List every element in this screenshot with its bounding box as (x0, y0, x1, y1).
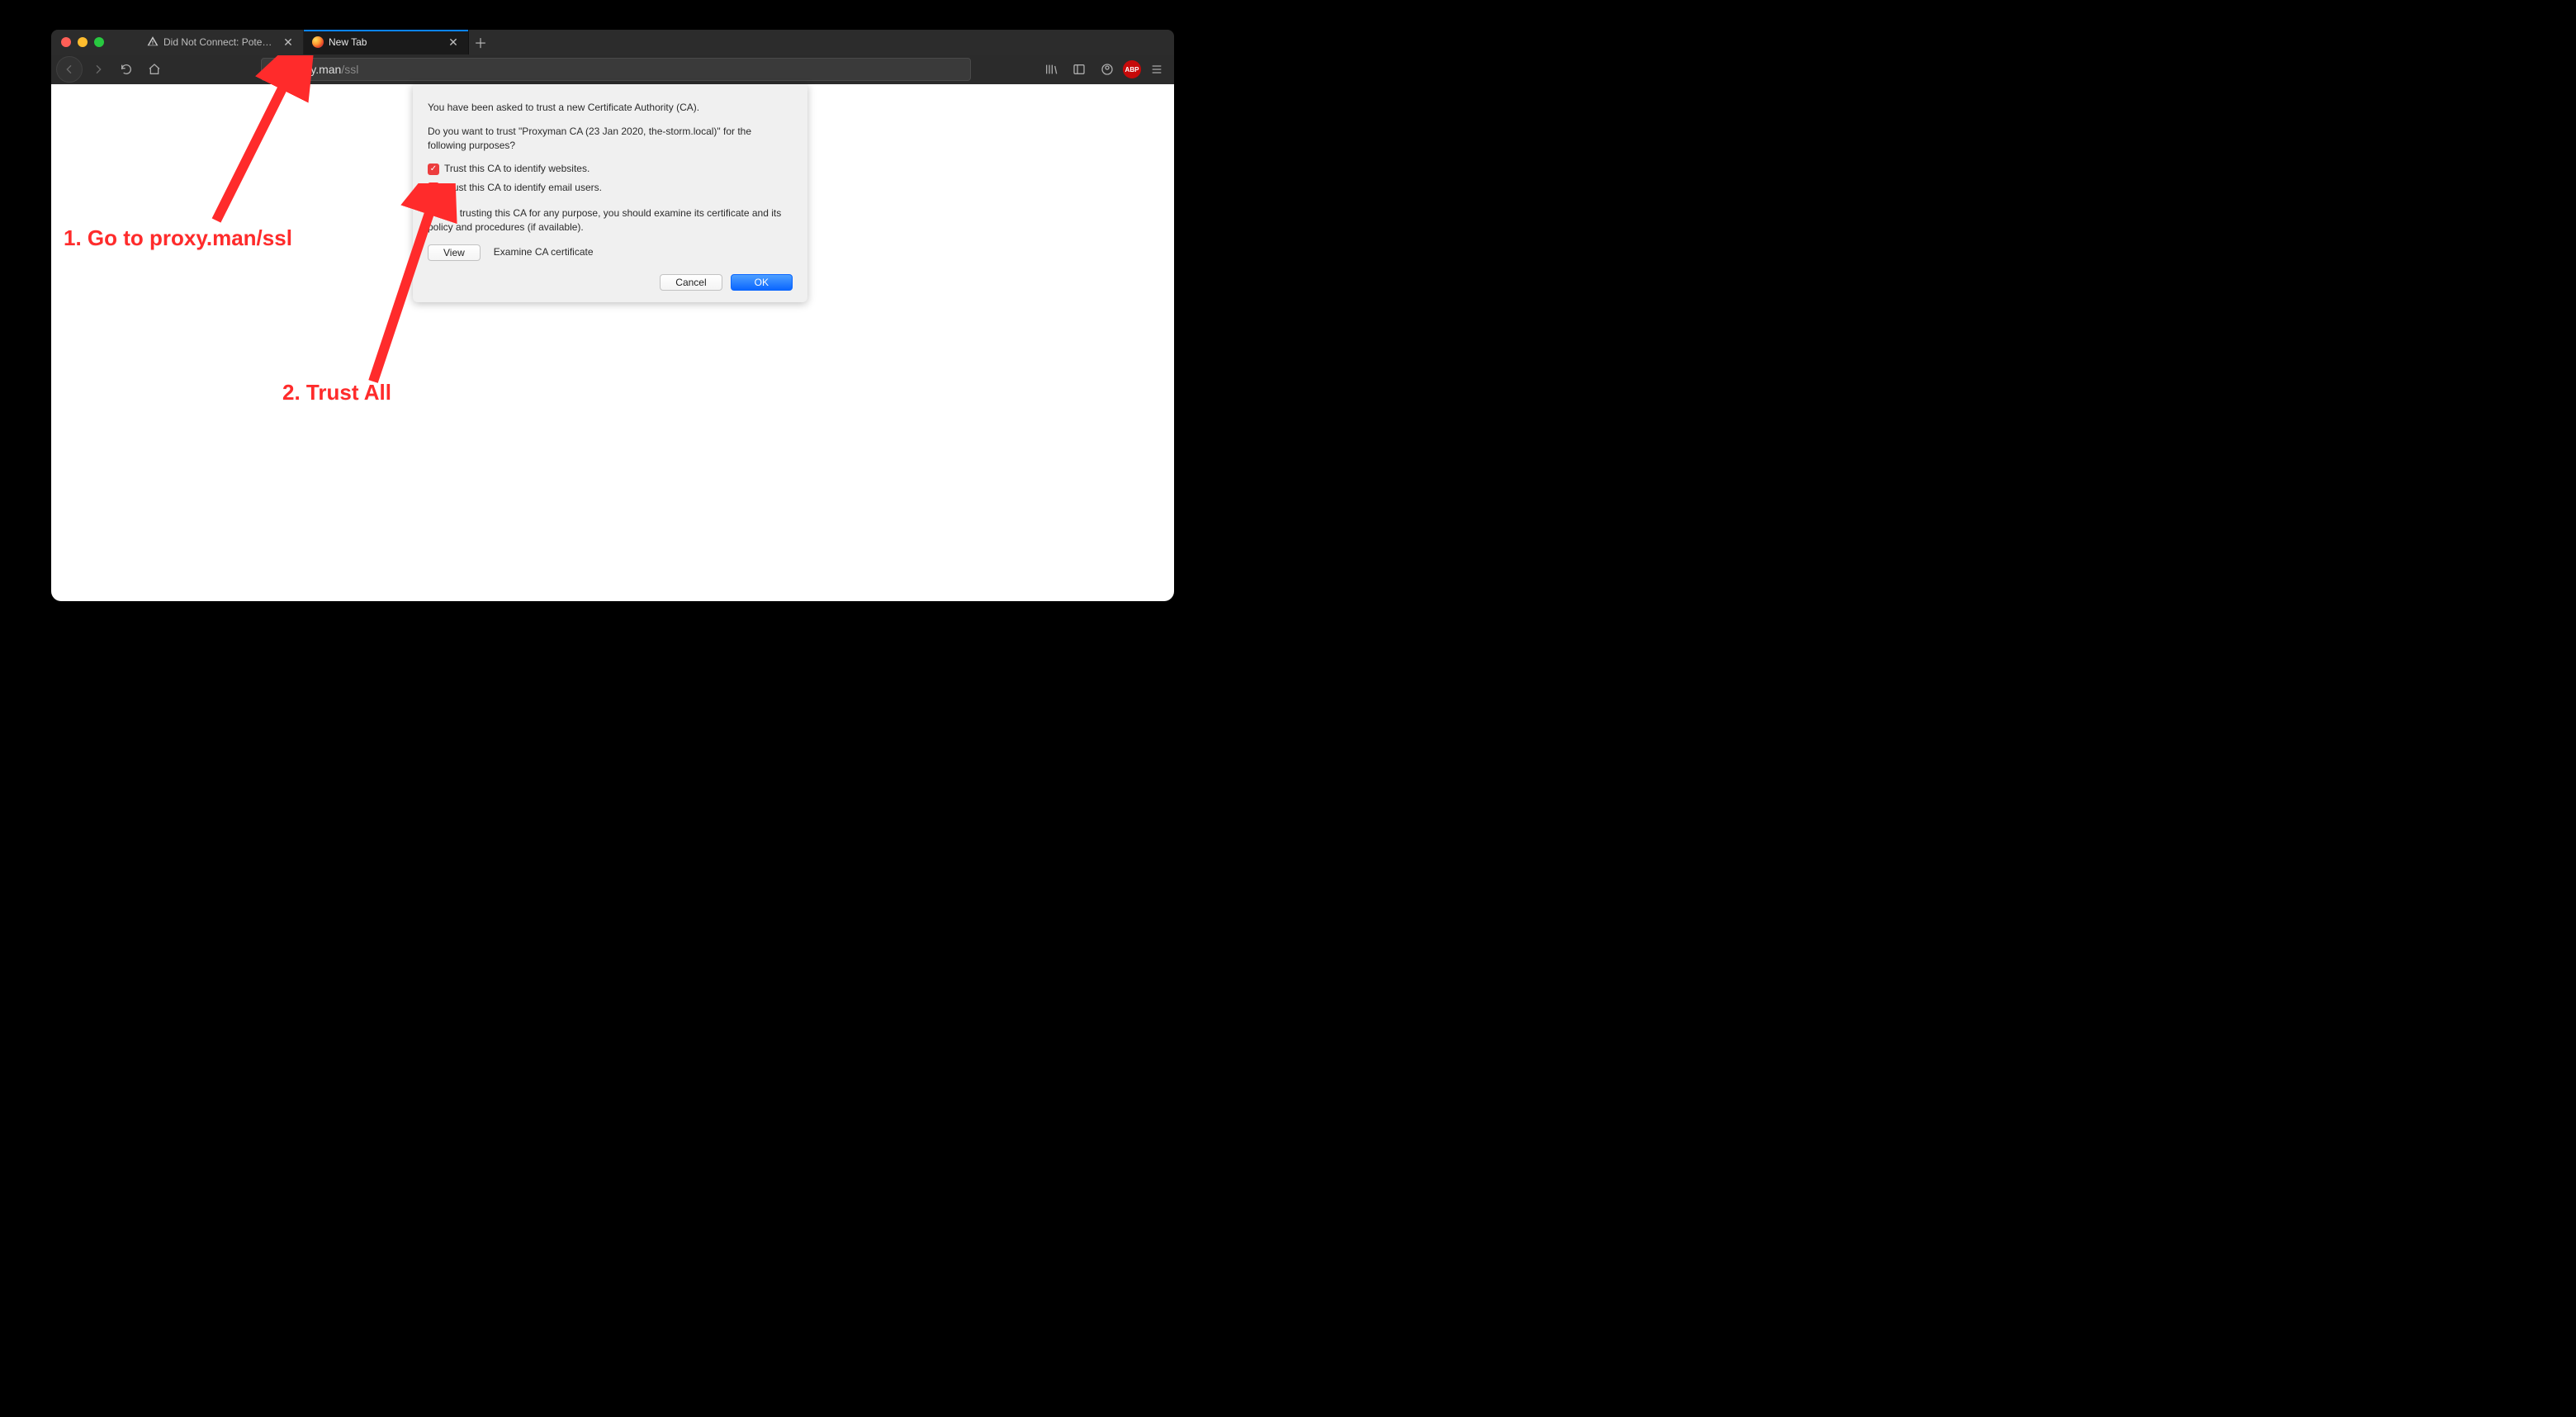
dialog-buttons: Cancel OK (428, 274, 793, 291)
tab-did-not-connect[interactable]: Did Not Connect: Potential Sec ✕ (139, 30, 304, 54)
trust-ca-dialog: You have been asked to trust a new Certi… (413, 84, 807, 302)
cancel-button[interactable]: Cancel (660, 274, 722, 291)
forward-button[interactable] (86, 57, 111, 82)
titlebar: Did Not Connect: Potential Sec ✕ New Tab… (51, 30, 1174, 54)
annotation-step-1: 1. Go to proxy.man/ssl (64, 225, 292, 251)
annotation-arrow-1 (192, 55, 324, 229)
warning-icon (147, 36, 159, 50)
browser-window: Did Not Connect: Potential Sec ✕ New Tab… (51, 30, 1174, 601)
checkbox-checked-icon[interactable]: ✓ (428, 164, 439, 175)
examine-label: Examine CA certificate (494, 245, 594, 259)
annotation-step-2: 2. Trust All (282, 380, 391, 405)
close-tab-icon[interactable]: ✕ (282, 36, 295, 50)
firefox-icon (312, 36, 324, 48)
address-bar[interactable]: proxy.man/ssl (261, 58, 971, 81)
app-menu-button[interactable] (1144, 57, 1169, 82)
sidebar-button[interactable] (1067, 57, 1091, 82)
page-content: You have been asked to trust a new Certi… (51, 84, 1174, 601)
url-path: /ssl (341, 63, 358, 76)
tab-label: New Tab (329, 36, 442, 48)
check-label: Trust this CA to identify websites. (444, 162, 590, 176)
ok-button[interactable]: OK (731, 274, 793, 291)
minimize-window-button[interactable] (78, 37, 88, 47)
examine-row: View Examine CA certificate (428, 244, 793, 261)
close-tab-icon[interactable]: ✕ (447, 36, 460, 50)
annotation-arrow-2 (357, 183, 464, 390)
maximize-window-button[interactable] (94, 37, 104, 47)
trust-email-row[interactable]: ✓ Trust this CA to identify email users. (428, 181, 793, 195)
dialog-warning: Before trusting this CA for any purpose,… (428, 206, 793, 235)
check-label: Trust this CA to identify email users. (444, 181, 602, 195)
new-tab-button[interactable]: ＋ (469, 30, 492, 54)
abp-extension-icon[interactable]: ABP (1123, 60, 1141, 78)
tabs-bar: Did Not Connect: Potential Sec ✕ New Tab… (139, 30, 1174, 54)
reload-button[interactable] (114, 57, 139, 82)
tab-label: Did Not Connect: Potential Sec (163, 36, 277, 48)
window-controls (51, 37, 114, 47)
back-button[interactable] (56, 56, 83, 83)
dialog-question: Do you want to trust "Proxyman CA (23 Ja… (428, 125, 793, 153)
home-button[interactable] (142, 57, 167, 82)
dialog-heading: You have been asked to trust a new Certi… (428, 101, 793, 115)
toolbar-right: ABP (1039, 57, 1169, 82)
close-window-button[interactable] (61, 37, 71, 47)
account-button[interactable] (1095, 57, 1120, 82)
library-button[interactable] (1039, 57, 1063, 82)
tab-new-tab[interactable]: New Tab ✕ (304, 30, 469, 54)
trust-websites-row[interactable]: ✓ Trust this CA to identify websites. (428, 162, 793, 176)
